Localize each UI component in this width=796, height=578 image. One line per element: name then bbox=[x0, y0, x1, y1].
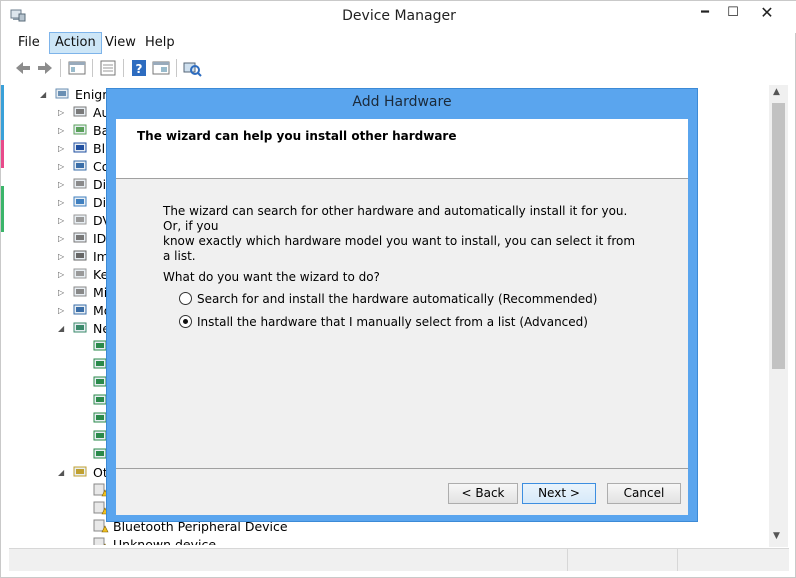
console-icon[interactable] bbox=[98, 58, 118, 78]
tree-item[interactable]: Unknown device bbox=[93, 536, 216, 545]
dvd-icon bbox=[73, 213, 89, 227]
cancel-button[interactable]: Cancel bbox=[607, 483, 681, 504]
properties-grid-icon[interactable] bbox=[67, 58, 87, 78]
collapsed-arrow-icon[interactable]: ▷ bbox=[58, 302, 64, 320]
radio-label: Install the hardware that I manually sel… bbox=[197, 315, 588, 329]
status-cell bbox=[9, 549, 568, 571]
footer-divider bbox=[116, 468, 688, 469]
intro-line: know exactly which hardware model you wa… bbox=[163, 234, 636, 263]
menu-bar: File Action View Help bbox=[9, 32, 789, 54]
maximize-button[interactable]: ☐ bbox=[718, 3, 748, 23]
back-arrow-icon[interactable] bbox=[13, 58, 33, 78]
expanded-arrow-icon[interactable]: ◢ bbox=[58, 464, 64, 482]
menu-action[interactable]: Action bbox=[49, 32, 102, 54]
bluetooth-icon bbox=[73, 141, 89, 155]
radio-manual-select[interactable]: Install the hardware that I manually sel… bbox=[179, 315, 588, 329]
monitor-icon bbox=[73, 303, 89, 317]
status-cell bbox=[567, 549, 678, 571]
tree-item-label: Unknown device bbox=[113, 537, 217, 545]
background-edge bbox=[1, 85, 4, 545]
scroll-up-arrow-icon[interactable]: ▲ bbox=[773, 87, 780, 97]
collapsed-arrow-icon[interactable]: ▷ bbox=[58, 140, 64, 158]
scroll-down-arrow-icon[interactable]: ▼ bbox=[773, 531, 780, 541]
menu-help[interactable]: Help bbox=[140, 32, 180, 54]
collapsed-arrow-icon[interactable]: ▷ bbox=[58, 212, 64, 230]
svg-text:?: ? bbox=[136, 62, 143, 76]
scan-hardware-icon[interactable] bbox=[182, 58, 202, 78]
radio-button[interactable] bbox=[179, 315, 192, 328]
wizard-header: The wizard can help you install other ha… bbox=[116, 119, 688, 179]
dialog-title: Add Hardware bbox=[352, 94, 452, 110]
help-icon[interactable]: ? bbox=[129, 58, 149, 78]
radio-label: Search for and install the hardware auto… bbox=[197, 292, 598, 306]
radio-search-automatically[interactable]: Search for and install the hardware auto… bbox=[179, 292, 597, 306]
menu-file[interactable]: File bbox=[13, 32, 45, 54]
collapsed-arrow-icon[interactable]: ▷ bbox=[58, 230, 64, 248]
display-adapter-icon bbox=[73, 195, 89, 209]
close-button[interactable]: ✕ bbox=[752, 3, 782, 23]
mouse-icon bbox=[73, 285, 89, 299]
camera-icon bbox=[73, 249, 89, 263]
keyboard-icon bbox=[73, 267, 89, 281]
intro-line: The wizard can search for other hardware… bbox=[163, 204, 628, 233]
other-devices-icon bbox=[73, 465, 89, 479]
wizard-question: What do you want the wizard to do? bbox=[163, 270, 380, 284]
window-title: Device Manager bbox=[342, 8, 456, 24]
collapsed-arrow-icon[interactable]: ▷ bbox=[58, 122, 64, 140]
forward-arrow-icon[interactable] bbox=[35, 58, 55, 78]
scroll-thumb[interactable] bbox=[772, 103, 785, 369]
radio-button[interactable] bbox=[179, 292, 192, 305]
warning-device-icon bbox=[93, 537, 109, 545]
minimize-button[interactable]: ━ bbox=[690, 3, 720, 23]
battery-icon bbox=[73, 123, 89, 137]
collapsed-arrow-icon[interactable]: ▷ bbox=[58, 248, 64, 266]
expanded-arrow-icon[interactable]: ◢ bbox=[58, 320, 64, 338]
details-icon[interactable] bbox=[151, 58, 171, 78]
collapsed-arrow-icon[interactable]: ▷ bbox=[58, 104, 64, 122]
next-button[interactable]: Next > bbox=[522, 483, 596, 504]
back-button[interactable]: < Back bbox=[448, 483, 518, 504]
computer-icon bbox=[55, 87, 71, 101]
collapsed-arrow-icon[interactable]: ▷ bbox=[58, 158, 64, 176]
wizard-header-text: The wizard can help you install other ha… bbox=[137, 129, 457, 143]
disk-icon bbox=[73, 177, 89, 191]
add-hardware-dialog: Add Hardware The wizard can help you ins… bbox=[106, 88, 698, 522]
toolbar: ? bbox=[9, 56, 789, 80]
speaker-icon bbox=[73, 105, 89, 119]
vertical-scrollbar[interactable]: ▲ ▼ bbox=[769, 85, 788, 547]
wizard-intro: The wizard can search for other hardware… bbox=[163, 204, 643, 264]
expanded-arrow-icon[interactable]: ◢ bbox=[40, 86, 46, 104]
ide-icon bbox=[73, 231, 89, 245]
collapsed-arrow-icon[interactable]: ▷ bbox=[58, 194, 64, 212]
collapsed-arrow-icon[interactable]: ▷ bbox=[58, 284, 64, 302]
dialog-client: The wizard can help you install other ha… bbox=[116, 119, 688, 515]
collapsed-arrow-icon[interactable]: ▷ bbox=[58, 176, 64, 194]
monitor-icon bbox=[73, 159, 89, 173]
menu-view[interactable]: View bbox=[100, 32, 141, 54]
title-bar: Device Manager ━ ☐ ✕ bbox=[1, 1, 796, 33]
network-icon bbox=[73, 321, 89, 335]
status-bar bbox=[9, 548, 789, 571]
collapsed-arrow-icon[interactable]: ▷ bbox=[58, 266, 64, 284]
